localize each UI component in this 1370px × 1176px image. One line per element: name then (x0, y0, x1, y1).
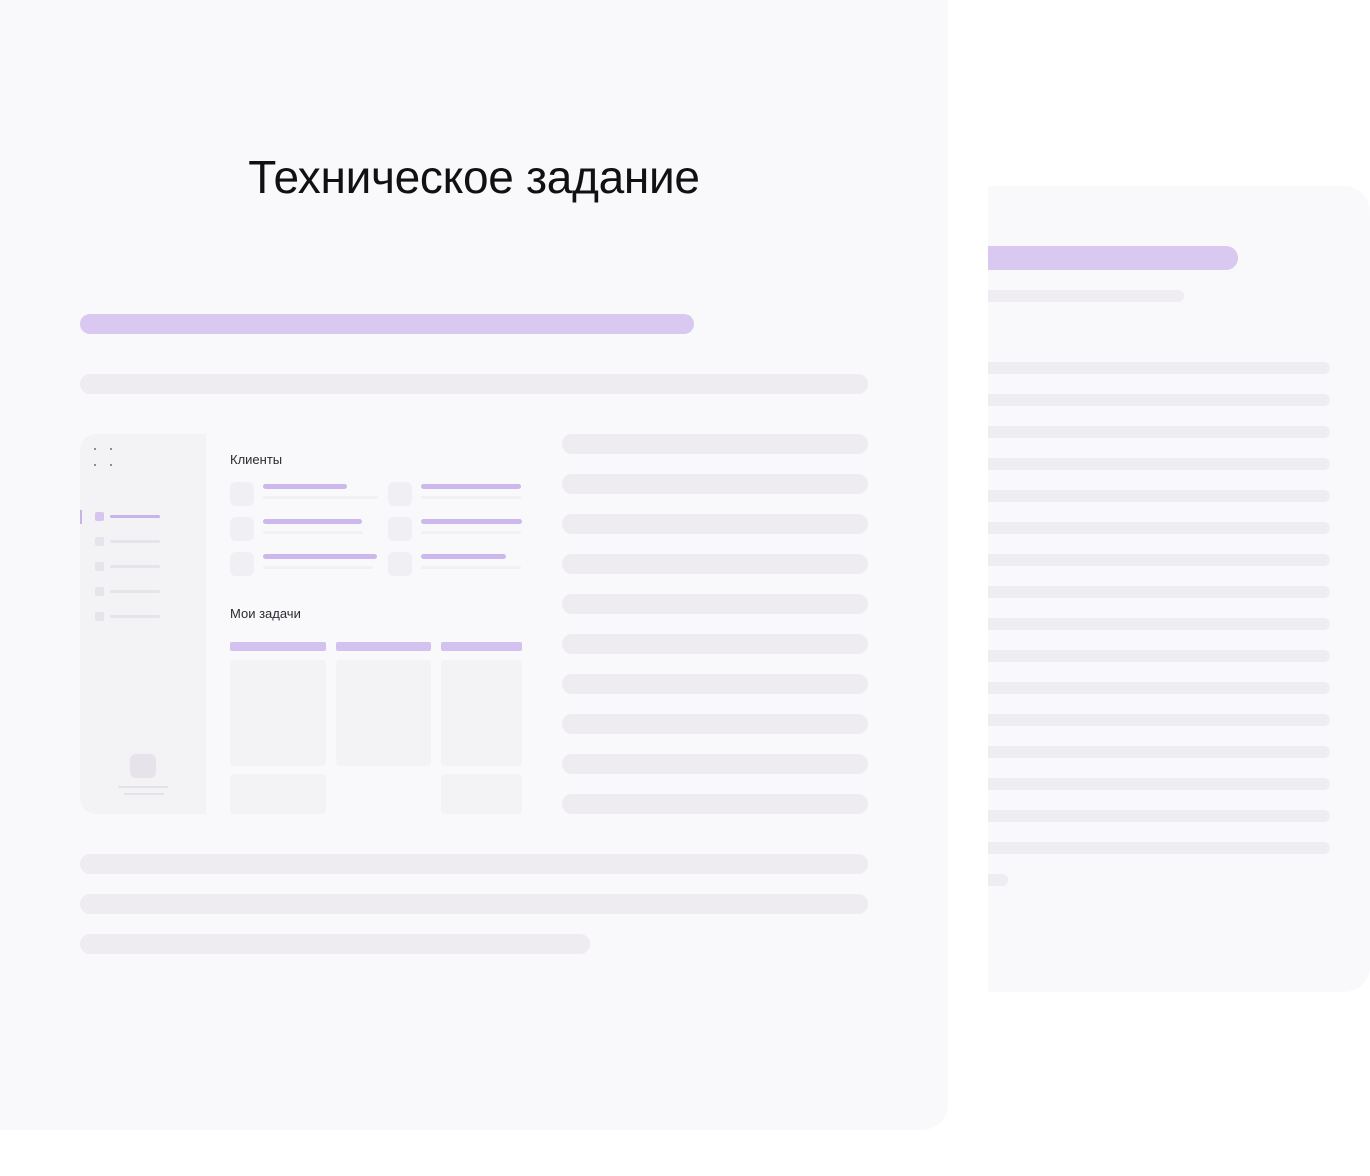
secondary-text-line-placeholder (988, 362, 1330, 374)
preview-task-column-header (230, 642, 326, 651)
text-line-placeholder (562, 634, 868, 654)
secondary-heading-placeholder (988, 246, 1238, 270)
text-line-placeholder (562, 434, 868, 454)
section-heading-placeholder (80, 314, 694, 334)
preview-username-placeholder (118, 786, 168, 788)
secondary-text-line-placeholder (988, 554, 1330, 566)
preview-nav-item (95, 612, 165, 622)
secondary-text-line-placeholder (988, 682, 1330, 694)
text-line-placeholder (562, 754, 868, 774)
text-line-placeholder (80, 854, 868, 874)
secondary-text-line-placeholder (988, 458, 1330, 470)
secondary-text-line-placeholder (988, 426, 1330, 438)
secondary-document-page (988, 186, 1370, 992)
preview-task-card (336, 660, 431, 766)
text-line-placeholder (562, 594, 868, 614)
text-line-placeholder (562, 554, 868, 574)
preview-client-item (388, 517, 522, 545)
text-line-placeholder (80, 934, 590, 954)
preview-task-card (230, 774, 326, 814)
secondary-text-line-placeholder (988, 842, 1330, 854)
text-line-placeholder (80, 894, 868, 914)
preview-nav-item (95, 562, 165, 572)
secondary-text-line-placeholder (988, 394, 1330, 406)
preview-task-card (441, 774, 522, 814)
secondary-text-line-placeholder (988, 714, 1330, 726)
preview-tasks-heading: Мои задачи (230, 606, 301, 621)
secondary-text-line-placeholder (988, 522, 1330, 534)
secondary-last-line-placeholder (988, 874, 1008, 886)
text-line-placeholder (562, 474, 868, 494)
preview-client-item (230, 517, 380, 545)
preview-nav-item (95, 512, 165, 522)
preview-clients-heading: Клиенты (230, 452, 283, 467)
preview-active-indicator (80, 510, 82, 524)
secondary-text-line-placeholder (988, 586, 1330, 598)
secondary-text-line-placeholder (988, 490, 1330, 502)
document-title: Техническое задание (248, 151, 700, 203)
preview-client-item (230, 552, 380, 580)
preview-task-column-header (441, 642, 522, 651)
preview-task-card (230, 660, 326, 766)
text-line-placeholder (562, 714, 868, 734)
dashboard-preview-illustration: Клиенты Мои задачи (80, 434, 522, 814)
secondary-text-line-placeholder (988, 810, 1330, 822)
preview-client-item (230, 482, 380, 510)
preview-task-card (441, 660, 522, 766)
preview-client-item (388, 552, 522, 580)
secondary-text-line-placeholder (988, 746, 1330, 758)
main-document-page: Техническое задание Клиенты Мои задачи (0, 0, 948, 1130)
text-line-placeholder (562, 514, 868, 534)
secondary-text-line-placeholder (988, 778, 1330, 790)
secondary-subheading-placeholder (988, 290, 1184, 302)
text-line-placeholder (562, 674, 868, 694)
preview-nav-item (95, 587, 165, 597)
preview-nav-item (95, 537, 165, 547)
secondary-text-line-placeholder (988, 650, 1330, 662)
text-line-placeholder (80, 374, 868, 394)
preview-task-column-header (336, 642, 431, 651)
preview-avatar (130, 754, 156, 778)
preview-sidebar (80, 434, 206, 814)
preview-client-item (388, 482, 522, 510)
preview-username-placeholder (124, 793, 164, 795)
preview-logo-icon (92, 446, 116, 470)
secondary-text-line-placeholder (988, 618, 1330, 630)
text-line-placeholder (562, 794, 868, 814)
